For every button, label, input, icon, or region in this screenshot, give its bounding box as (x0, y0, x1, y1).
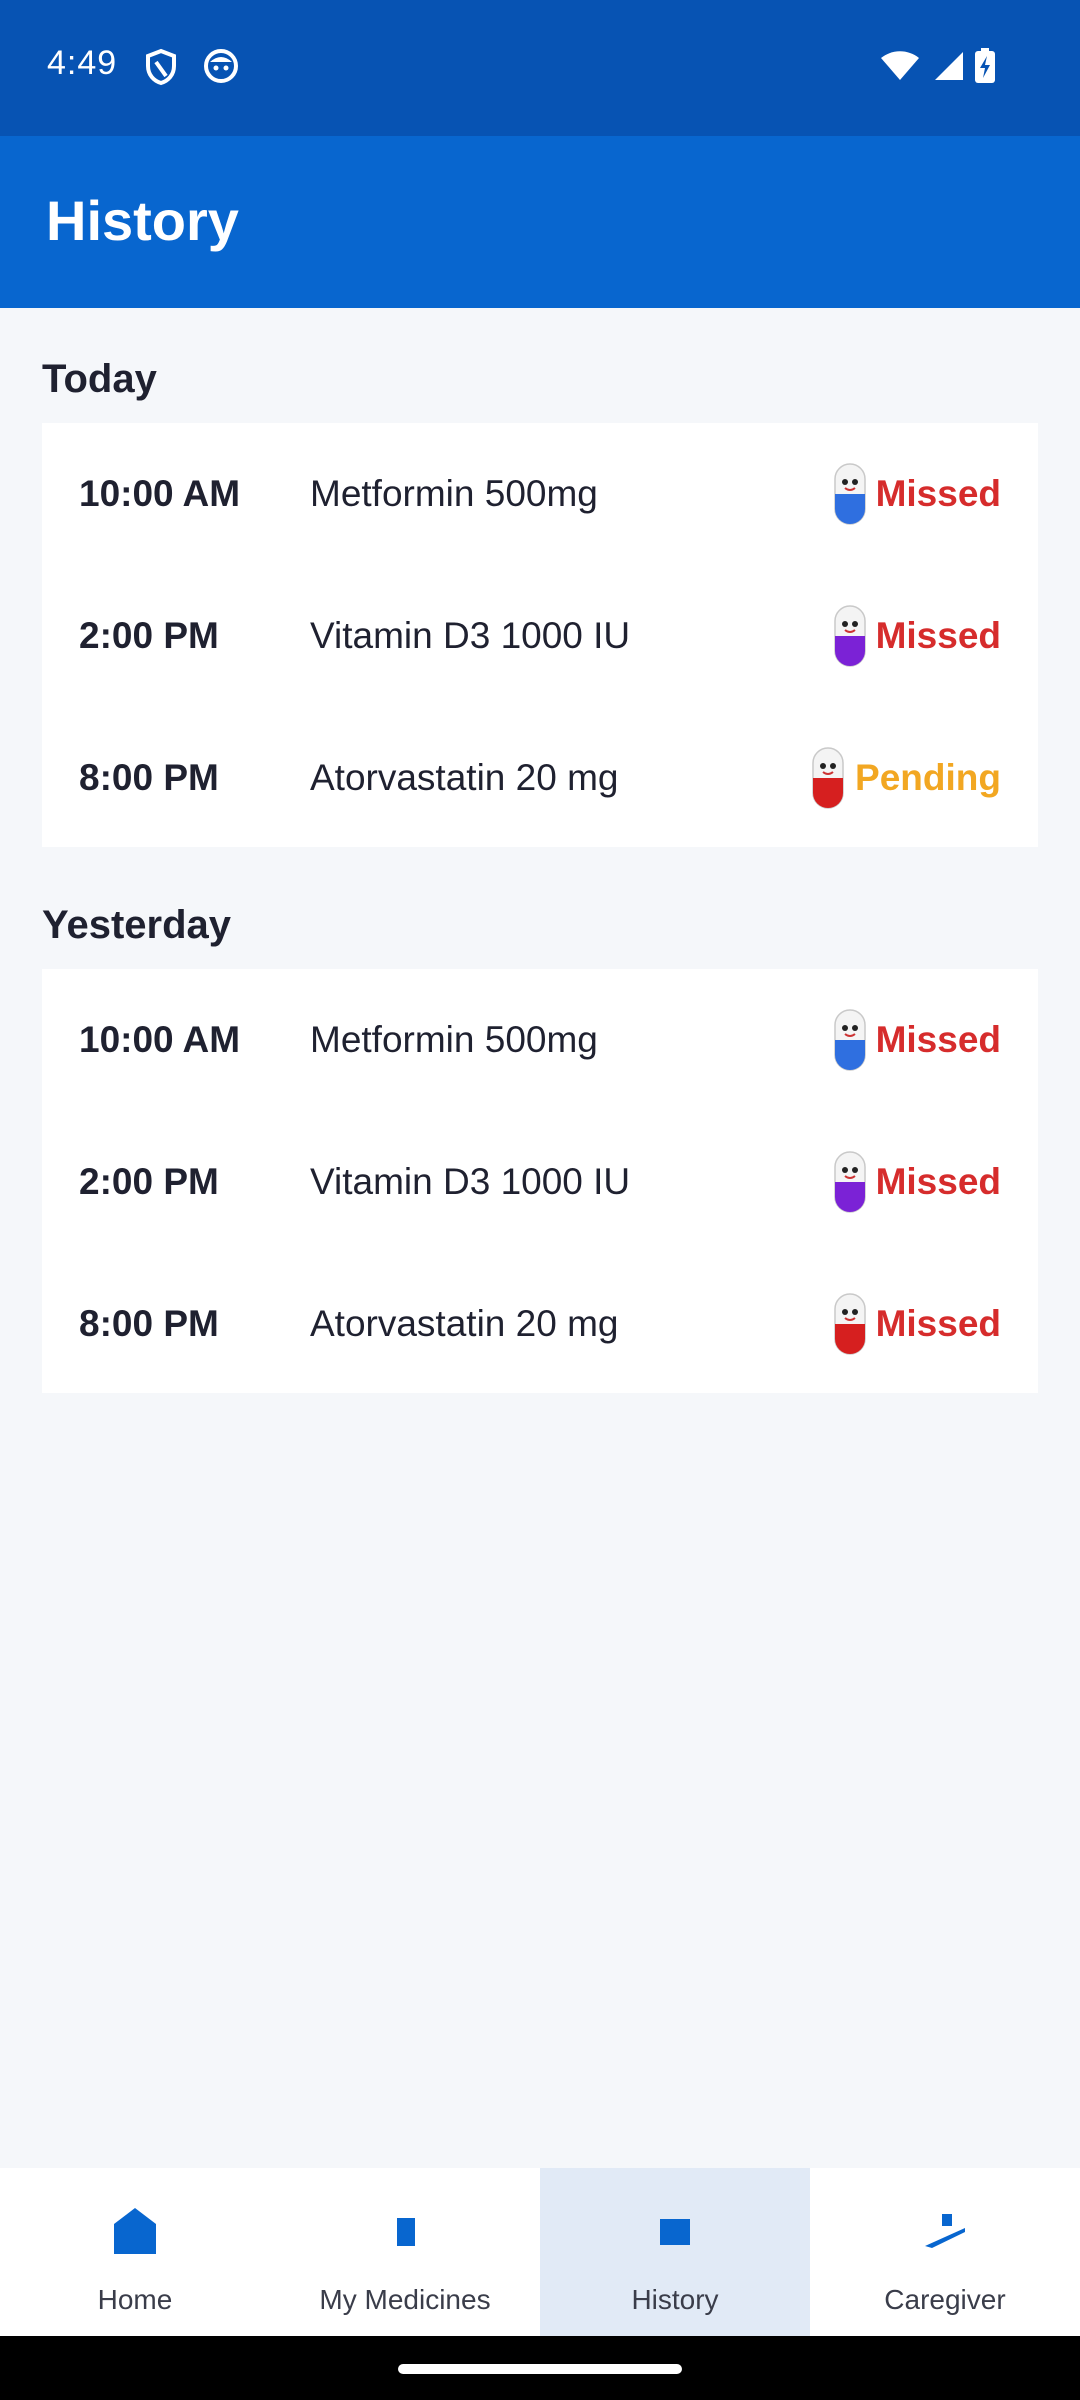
status-bar: 4:49 (0, 0, 1080, 136)
entry-time: 10:00 AM (79, 1019, 241, 1060)
entry-time: 2:00 PM (79, 1161, 219, 1202)
medicine-icon (382, 2206, 428, 2261)
history-entry[interactable]: 8:00 PM Atorvastatin 20 mg Missed (42, 1253, 1038, 1395)
nav-label: Caregiver (884, 2284, 1006, 2315)
status-pending: Pending (855, 757, 1001, 798)
history-entry[interactable]: 2:00 PM Vitamin D3 1000 IU Missed (42, 1111, 1038, 1253)
system-navigation-bar (0, 2336, 1080, 2400)
history-card-yesterday: 10:00 AM Metformin 500mg Missed 2:00 PM … (42, 969, 1038, 1393)
nav-label: History (631, 2284, 719, 2315)
signal-icon (933, 50, 965, 87)
history-entry[interactable]: 10:00 AM Metformin 500mg Missed (42, 969, 1038, 1111)
entry-medicine: Vitamin D3 1000 IU (310, 615, 631, 656)
history-card-today: 10:00 AM Metformin 500mg Missed 2:00 PM … (42, 423, 1038, 847)
status-time: 4:49 (47, 44, 118, 82)
nav-label: Home (97, 2284, 173, 2315)
nav-item-home[interactable]: Home (0, 2168, 270, 2336)
nav-item-my-medicines[interactable]: My Medicines (270, 2168, 540, 2336)
status-missed: Missed (875, 615, 1001, 656)
entry-medicine: Metformin 500mg (310, 1019, 598, 1060)
pill-mascot-icon (834, 1293, 866, 1355)
shield-icon (144, 48, 178, 91)
section-title-yesterday: Yesterday (42, 903, 232, 947)
page-title: History (46, 189, 239, 252)
history-icon (652, 2206, 698, 2261)
pill-mascot-icon (812, 747, 844, 809)
history-entry[interactable]: 8:00 PM Atorvastatin 20 mg Pending (42, 707, 1038, 849)
pill-mascot-icon (834, 1009, 866, 1071)
home-gesture-handle[interactable] (398, 2364, 682, 2374)
section-title-today: Today (42, 357, 157, 401)
caregiver-icon (922, 2206, 968, 2261)
entry-time: 2:00 PM (79, 615, 219, 656)
status-missed: Missed (875, 1303, 1001, 1344)
battery-charging-icon (974, 48, 996, 89)
nav-item-caregiver[interactable]: Caregiver (810, 2168, 1080, 2336)
status-missed: Missed (875, 473, 1001, 514)
app-bar: History (0, 136, 1080, 308)
pill-mascot-icon (834, 605, 866, 667)
face-icon (203, 48, 239, 89)
entry-medicine: Vitamin D3 1000 IU (310, 1161, 631, 1202)
pill-mascot-icon (834, 1151, 866, 1213)
entry-medicine: Metformin 500mg (310, 473, 598, 514)
entry-time: 10:00 AM (79, 473, 241, 514)
entry-time: 8:00 PM (79, 757, 219, 798)
history-entry[interactable]: 2:00 PM Vitamin D3 1000 IU Missed (42, 565, 1038, 707)
status-missed: Missed (875, 1019, 1001, 1060)
wifi-icon (880, 50, 920, 87)
nav-item-history[interactable]: History (540, 2168, 810, 2336)
home-icon (112, 2206, 158, 2261)
pill-mascot-icon (834, 463, 866, 525)
bottom-navigation: Home My Medicines History Caregiver (0, 2168, 1080, 2336)
nav-label: My Medicines (319, 2284, 491, 2315)
entry-medicine: Atorvastatin 20 mg (310, 757, 619, 798)
entry-medicine: Atorvastatin 20 mg (310, 1303, 619, 1344)
history-entry[interactable]: 10:00 AM Metformin 500mg Missed (42, 423, 1038, 565)
entry-time: 8:00 PM (79, 1303, 219, 1344)
status-missed: Missed (875, 1161, 1001, 1202)
